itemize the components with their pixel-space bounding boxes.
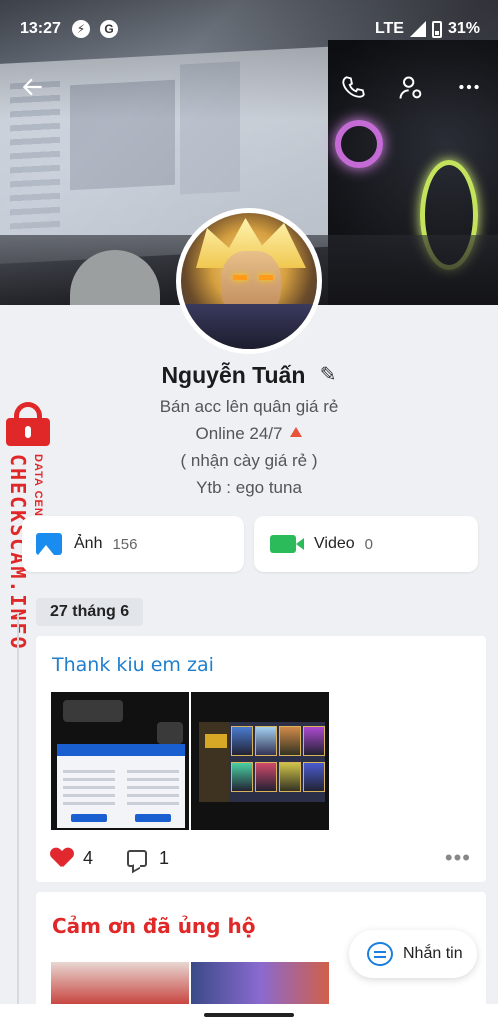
post-image[interactable] — [51, 692, 189, 830]
videos-count: 0 — [364, 535, 373, 553]
videos-card[interactable]: Video 0 — [254, 516, 478, 572]
avatar[interactable] — [176, 208, 322, 354]
post-title: Thank kiu em zai — [52, 654, 214, 676]
network-label: LTE — [374, 20, 404, 37]
signal-icon — [409, 21, 426, 37]
phone-icon[interactable] — [338, 74, 368, 104]
google-icon: G — [100, 20, 118, 38]
home-indicator[interactable] — [204, 1013, 294, 1017]
bio-line: Ytb : ego tuna — [196, 478, 302, 497]
status-right: LTE 31% — [375, 20, 480, 38]
profile-name-row: Nguyễn Tuấn ✎ — [0, 362, 498, 389]
videos-label: Video — [314, 535, 355, 552]
avatar-eye — [233, 275, 247, 280]
photos-count: 156 — [112, 535, 138, 553]
like-count: 4 — [83, 847, 94, 868]
battery-icon — [431, 20, 442, 38]
profile-name: Nguyễn Tuấn — [161, 362, 306, 388]
status-bar: 13:27 ⚡ G LTE 31% — [0, 0, 498, 58]
post-image[interactable] — [191, 692, 329, 830]
avatar-eye — [259, 275, 273, 280]
user-settings-icon[interactable] — [396, 74, 426, 104]
post-title: Cảm ơn đã ủng hộ — [52, 914, 256, 938]
top-action-bar — [0, 66, 498, 110]
photos-card[interactable]: Ảnh 156 — [22, 516, 244, 572]
red-triangle-icon — [290, 427, 303, 437]
photo-icon — [36, 533, 62, 555]
timeline-line — [17, 612, 19, 1024]
avatar-armor — [181, 304, 317, 349]
bio-line: Bán acc lên quân giá rẻ — [159, 397, 339, 416]
lock-icon — [2, 402, 52, 446]
bio-line: ( nhận cày giá rẻ ) — [180, 451, 318, 470]
video-camera-icon — [270, 535, 304, 553]
post-actions: 4 1 ••• — [51, 845, 471, 871]
comment-count: 1 — [159, 847, 170, 868]
nav-bar — [0, 1004, 498, 1024]
edit-pencil-icon[interactable]: ✎ — [320, 362, 337, 387]
bio-line: Online 24/7 — [195, 424, 283, 443]
post-more-icon[interactable]: ••• — [445, 845, 471, 871]
heart-icon[interactable] — [51, 848, 73, 868]
battery-percent: 31% — [447, 20, 480, 37]
photos-label: Ảnh — [74, 535, 103, 552]
message-button-label: Nhắn tin — [403, 945, 463, 962]
bio-line-with-icon: Online 24/7 — [0, 424, 498, 444]
chat-bubble-icon — [367, 942, 393, 966]
comment-icon[interactable] — [127, 849, 148, 867]
timeline-date: 27 tháng 6 — [36, 598, 144, 626]
message-button[interactable]: Nhắn tin — [349, 930, 477, 978]
timeline-post[interactable]: Thank kiu em zai 4 1 ••• — [36, 636, 486, 882]
more-icon[interactable] — [454, 74, 484, 104]
cover-rgb-fan — [335, 120, 383, 168]
messenger-icon: ⚡ — [72, 20, 90, 38]
back-arrow-icon[interactable] — [18, 74, 48, 104]
status-time: 13:27 — [20, 20, 61, 37]
